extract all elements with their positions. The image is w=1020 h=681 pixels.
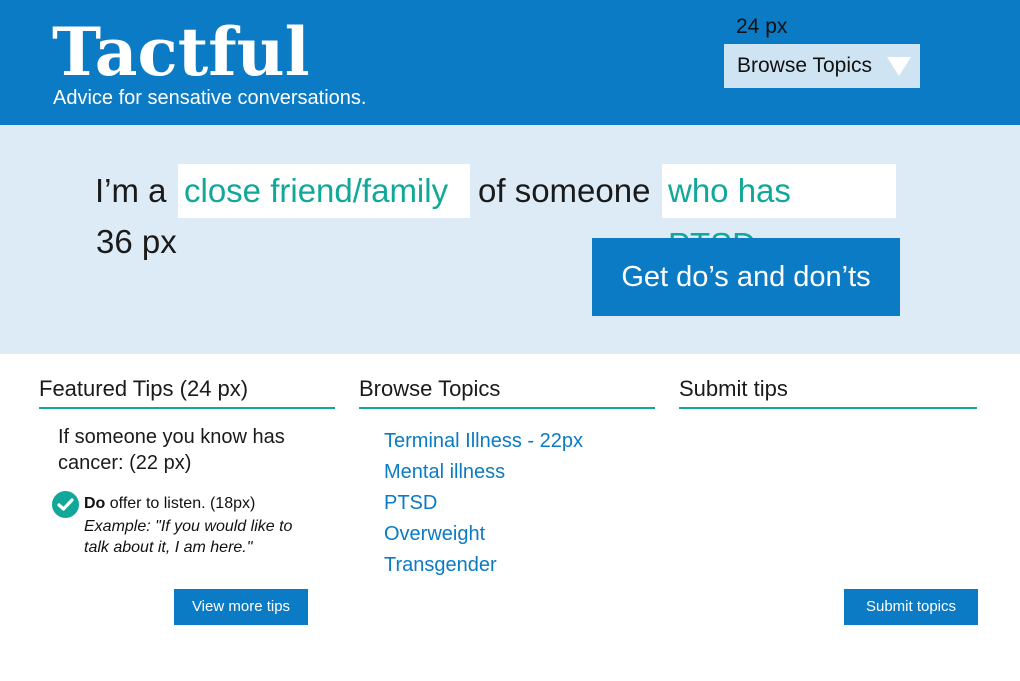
hero-size-note: 36 px [96,223,177,260]
hero-middle: of someone [478,172,651,209]
site-title[interactable]: Tactful [52,14,310,90]
get-dos-and-donts-button[interactable]: Get do’s and don’ts [592,238,900,316]
featured-tip-intro: If someone you know has cancer: (22 px) [58,426,285,474]
topic-link[interactable]: Transgender [384,550,583,581]
featured-tips-heading: Featured Tips (24 px) [39,374,335,409]
browse-topics-dropdown[interactable]: Browse Topics [724,44,920,88]
browse-topics-heading: Browse Topics [359,374,655,409]
topic-link[interactable]: Terminal Illness - 22px [384,426,583,457]
browse-topics-label: Browse Topics [737,54,873,77]
featured-tip-example: Example: "If you would like to talk abou… [84,518,293,556]
relationship-select[interactable]: close friend/family [178,164,470,218]
tip-do-label: Do [84,495,106,512]
site-tagline: Advice for sensative conversations. [53,87,367,109]
condition-select[interactable]: who has PTSD. [662,164,896,263]
topic-link[interactable]: Mental illness [384,457,583,488]
hero-prefix: I’m a [95,172,167,209]
topic-link[interactable]: PTSD [384,488,583,519]
submit-tips-heading: Submit tips [679,374,977,409]
topic-list: Terminal Illness - 22px Mental illness P… [384,426,583,581]
triangle-down-icon [887,57,911,76]
tip-do-text: offer to listen. (18px) [105,495,256,512]
site-header: Tactful Advice for sensative conversatio… [0,0,1020,125]
topic-link[interactable]: Overweight [384,519,583,550]
view-more-tips-button[interactable]: View more tips [174,589,308,625]
submit-topics-button[interactable]: Submit topics [844,589,978,625]
check-icon [52,491,79,518]
header-size-note: 24 px [736,15,788,38]
featured-tip-text: Do offer to listen. (18px) [84,493,255,515]
